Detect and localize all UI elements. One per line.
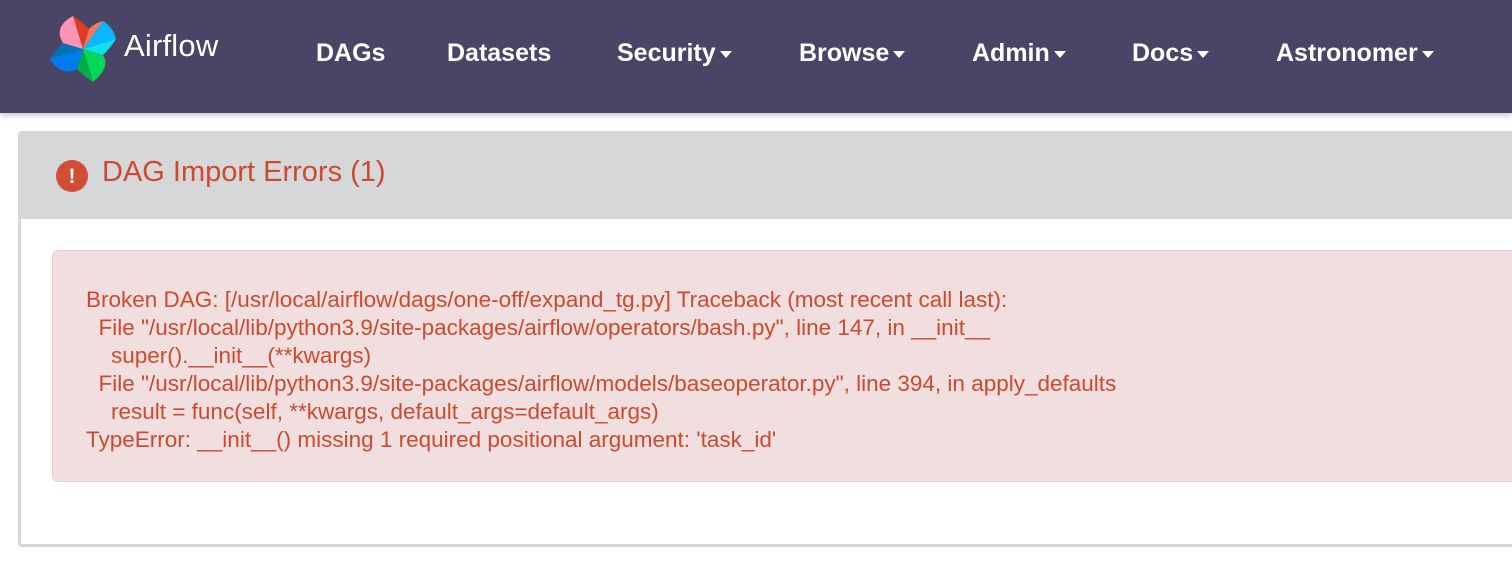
traceback-line: TypeError: __init__() missing 1 required… <box>86 427 777 452</box>
caret-down-icon <box>1197 50 1210 58</box>
traceback-line: File "/usr/local/lib/python3.9/site-pack… <box>86 371 1117 396</box>
error-message-box: Broken DAG: [/usr/local/airflow/dags/one… <box>52 250 1512 482</box>
caret-down-icon <box>1421 50 1434 58</box>
nav-docs-label: Docs <box>1132 38 1194 67</box>
caret-down-icon <box>1053 50 1066 58</box>
airflow-logo-icon <box>46 12 120 86</box>
caret-down-icon <box>719 50 732 58</box>
airflow-home-link[interactable]: Airflow <box>46 12 218 86</box>
brand-name: Airflow <box>124 28 219 63</box>
traceback-line: Broken DAG: [/usr/local/airflow/dags/one… <box>86 287 1008 312</box>
nav-admin-dropdown[interactable]: Admin <box>972 36 1066 70</box>
caret-down-icon <box>893 50 906 58</box>
nav-admin-label: Admin <box>972 38 1050 67</box>
nav-dags-label: DAGs <box>316 38 386 67</box>
nav-dags[interactable]: DAGs <box>316 36 385 70</box>
top-navbar: Airflow DAGs Datasets Security Browse Ad… <box>0 0 1512 113</box>
traceback-line: result = func(self, **kwargs, default_ar… <box>86 399 659 424</box>
exclamation-circle-icon: ! <box>56 160 88 192</box>
import-errors-heading[interactable]: ! DAG Import Errors (1) <box>21 134 1512 219</box>
traceback-line: super().__init__(**kwargs) <box>86 343 372 368</box>
nav-astronomer-dropdown[interactable]: Astronomer <box>1276 36 1434 70</box>
traceback-line: File "/usr/local/lib/python3.9/site-pack… <box>86 315 990 340</box>
import-errors-title: DAG Import Errors (1) <box>102 156 386 188</box>
nav-browse-label: Browse <box>799 38 890 67</box>
nav-datasets[interactable]: Datasets <box>447 36 551 70</box>
nav-astronomer-label: Astronomer <box>1276 38 1418 67</box>
nav-security-label: Security <box>617 38 716 67</box>
import-errors-panel: ! DAG Import Errors (1) Broken DAG: [/us… <box>18 131 1512 547</box>
error-traceback: Broken DAG: [/usr/local/airflow/dags/one… <box>86 286 1116 454</box>
nav-security-dropdown[interactable]: Security <box>617 36 732 70</box>
nav-datasets-label: Datasets <box>447 38 552 67</box>
nav-browse-dropdown[interactable]: Browse <box>799 36 906 70</box>
nav-docs-dropdown[interactable]: Docs <box>1132 36 1210 70</box>
